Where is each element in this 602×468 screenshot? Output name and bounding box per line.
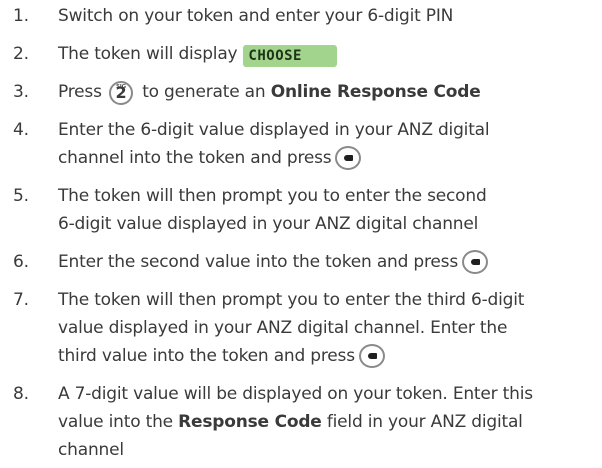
step-number: 5.: [13, 186, 29, 206]
enter-key-icon: [358, 344, 385, 368]
step-text-line-2: 6-digit value displayed in your ANZ digi…: [58, 214, 479, 234]
step-text-line-2: channel into the token and press: [58, 148, 332, 168]
step-number: 3.: [13, 82, 29, 102]
instructions-page: 1. Switch on your token and enter your 6…: [0, 0, 602, 468]
step-text-line-1: A 7-digit value will be displayed on you…: [58, 384, 533, 404]
step-text-line-2: value displayed in your ANZ digital chan…: [58, 318, 508, 338]
key-2-label: 2: [108, 81, 133, 105]
step-number: 2.: [13, 44, 29, 64]
online-response-code-label: Online Response Code: [270, 82, 481, 102]
step-text-line-1: The token will then prompt you to enter …: [58, 186, 487, 206]
step-text-mid: to generate an: [142, 82, 266, 102]
step-text-line-2-post: field in your ANZ digital: [326, 412, 523, 432]
step-text-line-1: Enter the 6-digit value displayed in you…: [58, 120, 490, 140]
step-text-line-3: channel: [58, 440, 124, 460]
key-2-icon: SIG 2: [108, 81, 135, 105]
response-code-label: Response Code: [178, 412, 322, 432]
step-text-pre: Press: [58, 82, 102, 102]
step-text: Switch on your token and enter your 6-di…: [58, 6, 454, 26]
token-display-choose: CHOOSE: [243, 45, 338, 67]
step-number: 4.: [13, 120, 29, 140]
step-text: Enter the second value into the token an…: [58, 252, 458, 272]
step-text-line-3: third value into the token and press: [58, 346, 355, 366]
step-number: 1.: [13, 6, 29, 26]
step-text-line-1: The token will then prompt you to enter …: [58, 290, 525, 310]
step-text-line-2-pre: value into the: [58, 412, 173, 432]
step-text: The token will display: [58, 44, 238, 64]
step-number: 6.: [13, 252, 29, 272]
step-number: 7.: [13, 290, 29, 310]
enter-key-icon: [335, 146, 362, 170]
step-number: 8.: [13, 384, 29, 404]
enter-key-icon: [462, 250, 488, 274]
